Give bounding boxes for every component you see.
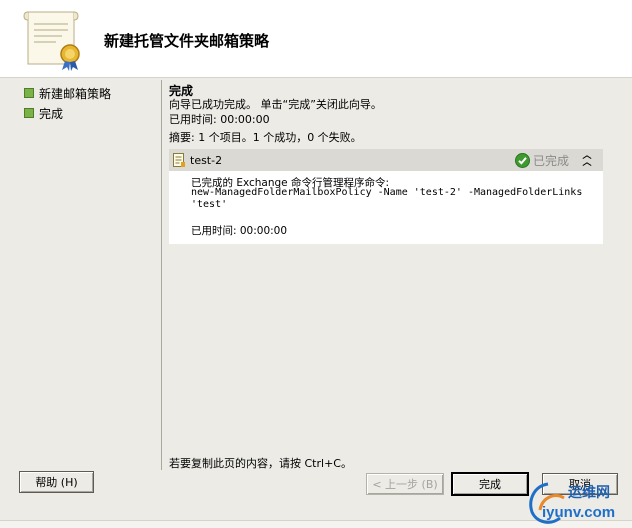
task-result-body: 已完成的 Exchange 命令行管理程序命令: new-ManagedFold… xyxy=(169,171,603,237)
site-watermark: 运维网 iyunv.com xyxy=(520,478,632,528)
finish-button[interactable]: 完成 xyxy=(452,473,528,495)
command-intro: 已完成的 Exchange 命令行管理程序命令: xyxy=(191,177,390,189)
collapse-chevron-icon[interactable]: ︿ ︿ xyxy=(581,152,593,168)
nav-step-new-policy[interactable]: 新建邮箱策略 xyxy=(24,83,154,103)
nav-step-label: 新建邮箱策略 xyxy=(39,86,112,101)
task-status-label: 已完成 xyxy=(532,153,569,168)
page-heading: 完成 xyxy=(169,84,194,98)
wizard-steps-nav: 新建邮箱策略 完成 xyxy=(24,83,154,123)
task-status: 已完成 xyxy=(514,152,569,169)
elapsed-time: 已用时间: 00:00:00 xyxy=(169,113,270,126)
task-result-header[interactable]: test-2 已完成 ︿ ︿ xyxy=(169,149,603,171)
certificate-scroll-icon xyxy=(23,11,80,71)
task-document-icon xyxy=(173,153,185,167)
command-line-1: new-ManagedFolderMailboxPolicy -Name 'te… xyxy=(191,187,583,198)
command-line-2: 'test' xyxy=(191,199,228,210)
task-result-panel: test-2 已完成 ︿ ︿ 已完成的 Exchange 命令行管理程序命令: n… xyxy=(169,149,603,244)
wizard-header: 新建托管文件夹邮箱策略 xyxy=(0,0,632,78)
watermark-text-cn: 运维网 xyxy=(568,485,610,501)
watermark-text-domain: iyunv.com xyxy=(542,504,616,521)
nav-divider xyxy=(161,80,162,470)
summary-text: 摘要: 1 个项目。1 个成功，0 个失败。 xyxy=(169,131,362,144)
task-name: test-2 xyxy=(190,153,223,167)
wizard-title: 新建托管文件夹邮箱策略 xyxy=(104,32,270,50)
nav-step-label: 完成 xyxy=(39,106,64,121)
back-button[interactable]: < 上一步 (B) xyxy=(366,473,444,495)
help-button[interactable]: 帮助 (H) xyxy=(19,471,94,493)
nav-step-complete[interactable]: 完成 xyxy=(24,103,154,123)
step-bullet-icon xyxy=(24,88,34,98)
intro-text: 向导已成功完成。 单击“完成”关闭此向导。 xyxy=(169,98,382,111)
completion-page: 完成 向导已成功完成。 单击“完成”关闭此向导。 已用时间: 00:00:00 … xyxy=(169,82,609,144)
success-check-icon xyxy=(514,152,530,168)
step-bullet-icon xyxy=(24,108,34,118)
task-elapsed-time: 已用时间: 00:00:00 xyxy=(191,225,288,237)
copy-hint: 若要复制此页的内容，请按 Ctrl+C。 xyxy=(169,457,352,470)
